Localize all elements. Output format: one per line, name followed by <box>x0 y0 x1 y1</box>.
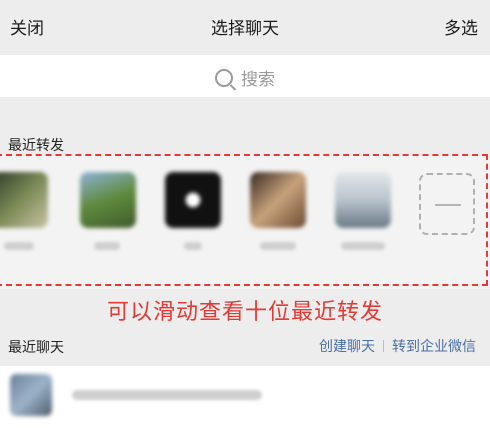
search-label: 搜索 <box>241 70 275 90</box>
top-bar: 关闭 选择聊天 多选 <box>0 0 490 48</box>
swipe-hint: 可以滑动查看十位最近转发 <box>106 300 383 325</box>
highlight-annotation-box <box>0 154 488 286</box>
chat-links: 创建聊天 转到企业微信 <box>319 336 476 356</box>
recent-forward-label: 最近转发 <box>8 138 64 154</box>
search-bar[interactable]: 搜索 <box>0 55 490 97</box>
chat-list-item[interactable] <box>0 366 490 428</box>
search-placeholder[interactable]: 搜索 <box>0 65 490 90</box>
enterprise-wechat-link[interactable]: 转到企业微信 <box>392 339 476 355</box>
recent-chats-label: 最近聊天 <box>8 340 64 356</box>
search-icon <box>215 69 233 87</box>
create-chat-link[interactable]: 创建聊天 <box>319 339 375 355</box>
chat-name <box>72 390 262 400</box>
multi-select-button[interactable]: 多选 <box>444 14 478 39</box>
page-title: 选择聊天 <box>211 19 279 39</box>
divider <box>383 340 384 352</box>
avatar <box>10 374 52 416</box>
